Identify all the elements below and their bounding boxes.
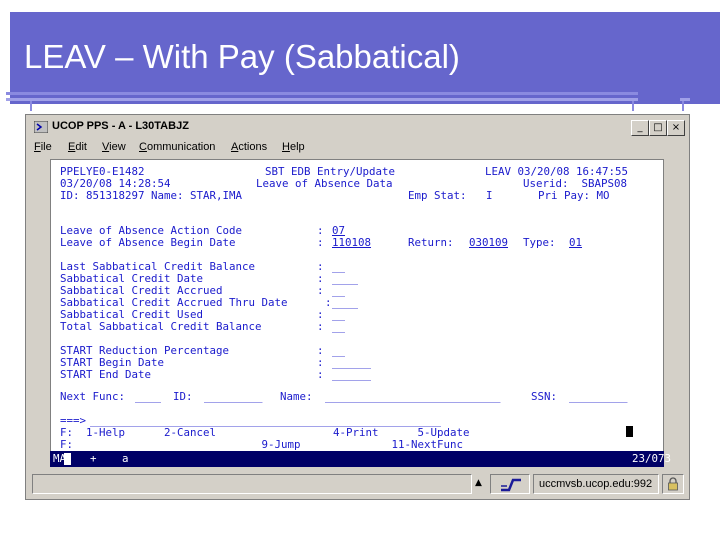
close-button[interactable]: × bbox=[667, 120, 685, 136]
function-keys-row: F: 9-Jump 11-NextFunc bbox=[60, 438, 464, 451]
type-field[interactable]: 01 bbox=[569, 237, 582, 249]
nav-id-field[interactable]: _________ bbox=[204, 391, 263, 403]
terminal-app-icon bbox=[34, 121, 48, 133]
cursor-position: 23/073 bbox=[632, 452, 672, 465]
field-colon: : bbox=[317, 284, 324, 297]
field-colon: : bbox=[325, 296, 332, 309]
menu-view[interactable]: View bbox=[102, 141, 126, 153]
credit-field-label: Total Sabbatical Credit Balance bbox=[60, 320, 262, 333]
text-cursor bbox=[626, 426, 633, 437]
oia-cursor bbox=[64, 453, 71, 465]
menu-actions[interactable]: Actions bbox=[231, 141, 267, 153]
nav-name-field[interactable]: ___________________________ bbox=[325, 391, 501, 403]
oia-mode: a bbox=[122, 452, 129, 465]
employee-id-name: ID: 851318297 Name: STAR,IMA bbox=[60, 189, 243, 202]
next-func-field[interactable]: ____ bbox=[135, 391, 161, 403]
connection-cell bbox=[490, 474, 530, 494]
start-field-input[interactable]: ______ bbox=[332, 369, 371, 381]
start-field-label: START End Date bbox=[60, 368, 152, 381]
window-titlebar[interactable]: UCOP PPS - A - L30TABJZ _ □ × bbox=[28, 117, 687, 137]
menu-file[interactable]: File bbox=[34, 141, 52, 153]
slide-tick bbox=[632, 101, 634, 111]
slide-tick bbox=[30, 101, 32, 111]
nav-ssn-field[interactable]: _________ bbox=[569, 391, 628, 403]
security-cell bbox=[662, 474, 684, 494]
slide-tick bbox=[682, 101, 684, 111]
scroll-up-icon[interactable]: ▲ bbox=[475, 478, 482, 488]
minimize-button[interactable]: _ bbox=[631, 120, 649, 136]
oia-plus: + bbox=[90, 452, 97, 465]
employee-status: Emp Stat: I bbox=[408, 189, 493, 202]
terminal-window: UCOP PPS - A - L30TABJZ _ □ × File Edit … bbox=[25, 114, 690, 500]
slide-divider bbox=[6, 98, 638, 101]
status-bar: ▲ uccmvsb.ucop.edu:992 bbox=[28, 472, 687, 496]
next-func-label: Next Func: bbox=[60, 390, 126, 403]
field-colon: : bbox=[317, 320, 324, 333]
return-label: Return: bbox=[408, 236, 454, 249]
connection-icon bbox=[501, 478, 521, 492]
menu-help[interactable]: Help bbox=[282, 141, 305, 153]
slide-divider bbox=[6, 92, 638, 95]
maximize-button[interactable]: □ bbox=[649, 120, 667, 136]
slide-title: LEAV – With Pay (Sabbatical) bbox=[24, 38, 460, 75]
type-label: Type: bbox=[523, 236, 556, 249]
status-message-cell bbox=[32, 474, 472, 494]
nav-id-label: ID: bbox=[173, 390, 193, 403]
host-name: uccmvsb.ucop.edu:992 bbox=[539, 478, 653, 490]
menu-communication[interactable]: Communication bbox=[139, 141, 215, 153]
return-date-field[interactable]: 030109 bbox=[469, 237, 508, 249]
nav-ssn-label: SSN: bbox=[531, 390, 558, 403]
nav-name-label: Name: bbox=[280, 390, 313, 403]
operator-info-area: MA + a 23/073 bbox=[50, 451, 671, 467]
begin-date-label: Leave of Absence Begin Date bbox=[60, 236, 236, 249]
field-colon: : bbox=[317, 236, 324, 249]
menu-bar: File Edit View Communication Actions Hel… bbox=[28, 137, 687, 157]
primary-pay: Pri Pay: MO bbox=[538, 189, 610, 202]
window-title: UCOP PPS - A - L30TABJZ bbox=[52, 120, 189, 132]
terminal-screen[interactable]: PPELYE0-E1482 SBT EDB Entry/Update LEAV … bbox=[50, 159, 664, 465]
lock-icon bbox=[668, 477, 678, 491]
host-cell: uccmvsb.ucop.edu:992 bbox=[533, 474, 659, 494]
begin-date-field[interactable]: 110108 bbox=[332, 237, 371, 249]
credit-field-input[interactable]: __ bbox=[332, 321, 345, 333]
menu-edit[interactable]: Edit bbox=[68, 141, 87, 153]
screen-subheading: Leave of Absence Data bbox=[256, 177, 393, 190]
field-colon: : bbox=[317, 368, 324, 381]
